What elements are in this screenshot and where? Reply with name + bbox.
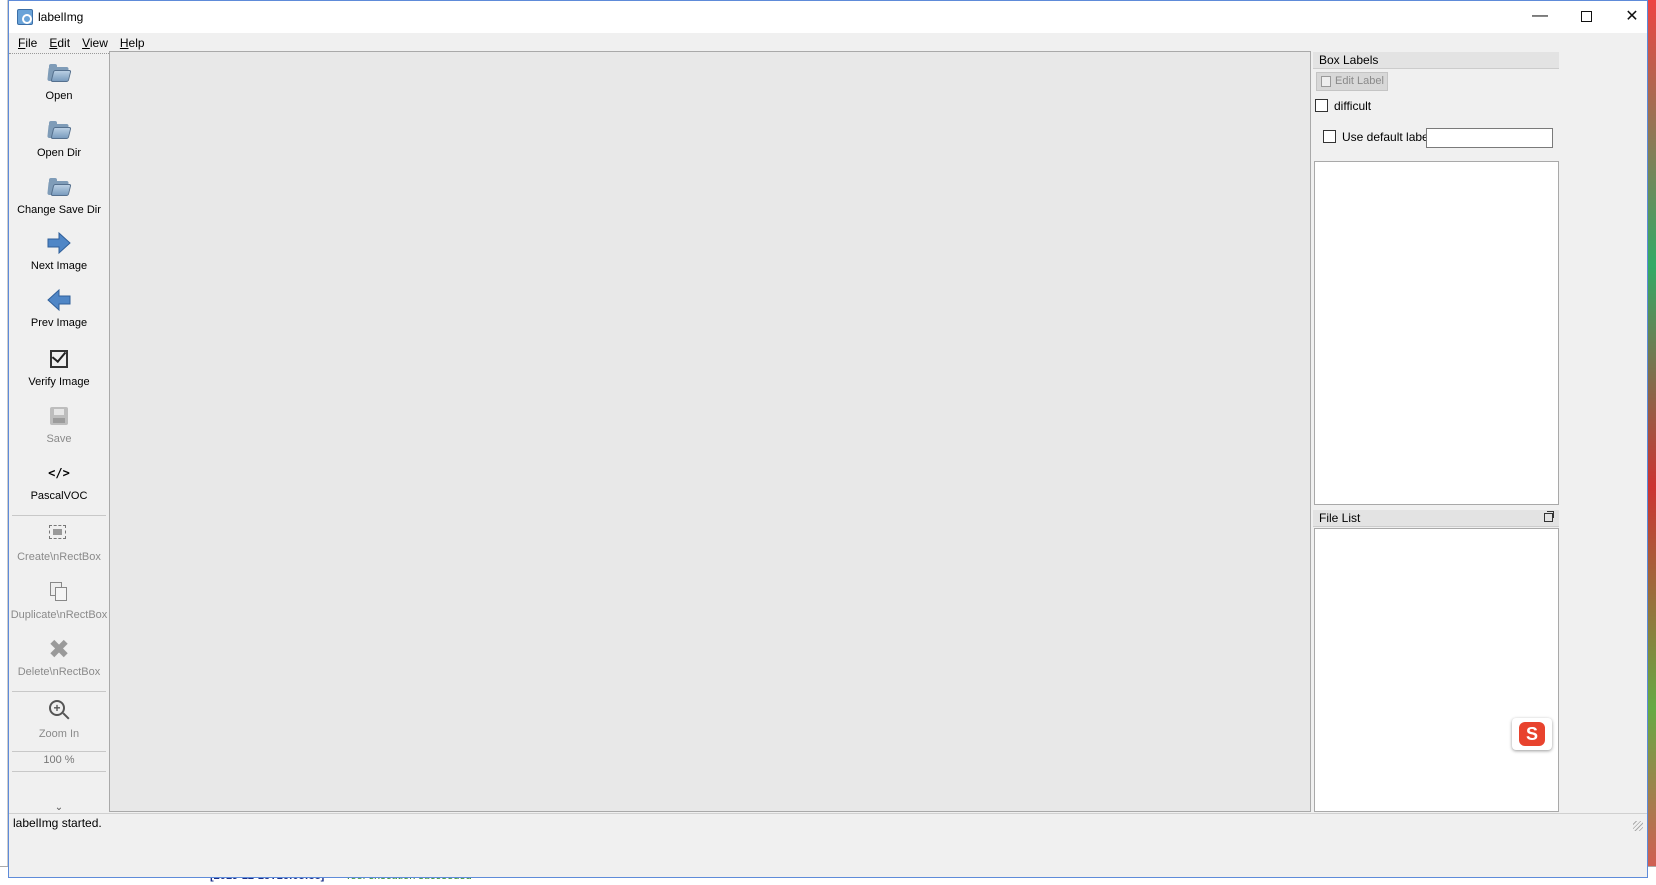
arrow-left-icon (46, 287, 72, 313)
minimize-button[interactable]: — (1517, 1, 1563, 31)
open-button[interactable]: Open (9, 60, 109, 102)
checkbox-check-icon (46, 346, 72, 372)
menu-edit[interactable]: Edit (43, 36, 76, 50)
edit-label-button[interactable]: Edit Label (1316, 72, 1388, 91)
file-list-title: File List (1313, 510, 1559, 527)
minimize-icon: — (1532, 7, 1548, 24)
difficult-label: difficult (1334, 99, 1372, 113)
edit-icon (1321, 76, 1331, 87)
create-rectbox-button[interactable]: Create\nRectBox (9, 521, 109, 563)
labelimg-window: labelImg — ✕ File Edit View Help Open Op… (8, 0, 1648, 878)
toolbar-separator (12, 751, 106, 752)
maximize-button[interactable] (1563, 1, 1609, 31)
open-dir-button[interactable]: Open Dir (9, 117, 109, 159)
window-title: labelImg (38, 10, 84, 24)
toolbar-separator (12, 691, 106, 692)
menu-help[interactable]: Help (114, 36, 151, 50)
toolbar-extension-icon[interactable]: ⌄ (9, 802, 109, 813)
maximize-icon (1580, 10, 1592, 22)
toolbar-separator (12, 771, 106, 772)
folder-open-icon (46, 117, 72, 143)
label-list[interactable] (1314, 161, 1559, 505)
change-save-dir-button[interactable]: Change Save Dir (9, 174, 109, 216)
file-list-dock: File List (1313, 510, 1559, 812)
zoom-value[interactable]: 100 % (9, 754, 109, 766)
delete-x-icon: ✖ (48, 634, 70, 664)
app-icon (17, 9, 33, 25)
default-label-input[interactable] (1426, 128, 1553, 148)
background-window-right (1648, 0, 1656, 885)
status-text: labelImg started. (13, 816, 102, 830)
status-bar: labelImg started. (9, 813, 1647, 833)
zoom-in-button[interactable]: + Zoom In (9, 698, 109, 740)
folder-open-icon (46, 60, 72, 86)
menu-view[interactable]: View (76, 36, 114, 50)
duplicate-rectbox-button[interactable]: Duplicate\nRectBox (9, 579, 109, 621)
use-default-label-checkbox[interactable] (1323, 130, 1336, 143)
delete-rectbox-button[interactable]: ✖ Delete\nRectBox (9, 636, 109, 678)
toolbar: Open Open Dir Change Save Dir Next Image… (9, 53, 109, 859)
use-default-label-text: Use default label (1342, 130, 1432, 144)
ime-toolbar-button[interactable]: S (1512, 718, 1552, 750)
menu-file[interactable]: File (12, 36, 43, 50)
menu-bar: File Edit View Help (9, 33, 1647, 53)
image-canvas[interactable] (109, 51, 1311, 812)
prev-image-button[interactable]: Prev Image (9, 287, 109, 329)
rect-select-icon (46, 521, 72, 547)
save-button[interactable]: Save (9, 403, 109, 445)
sogou-s-icon: S (1519, 722, 1545, 746)
verify-image-button[interactable]: Verify Image (9, 346, 109, 388)
format-toggle-button[interactable]: </> PascalVOC (9, 460, 109, 502)
box-labels-dock: Box Labels Edit Label difficult Use defa… (1313, 52, 1559, 505)
difficult-checkbox[interactable] (1315, 99, 1328, 112)
title-bar[interactable]: labelImg — ✕ (9, 1, 1647, 33)
file-list[interactable] (1314, 528, 1559, 812)
toolbar-separator (12, 515, 106, 516)
floppy-disk-icon (46, 403, 72, 429)
close-icon: ✕ (1625, 8, 1639, 25)
zoom-in-icon: + (46, 698, 72, 724)
box-labels-title: Box Labels (1313, 52, 1559, 69)
next-image-button[interactable]: Next Image (9, 230, 109, 272)
undock-icon[interactable] (1544, 511, 1554, 522)
resize-grip-icon[interactable] (1633, 821, 1643, 831)
arrow-right-icon (46, 230, 72, 256)
close-button[interactable]: ✕ (1609, 1, 1655, 31)
code-tag-icon: </> (48, 466, 70, 480)
background-window-left (0, 0, 8, 885)
duplicate-icon (46, 579, 72, 605)
folder-open-icon (46, 174, 72, 200)
